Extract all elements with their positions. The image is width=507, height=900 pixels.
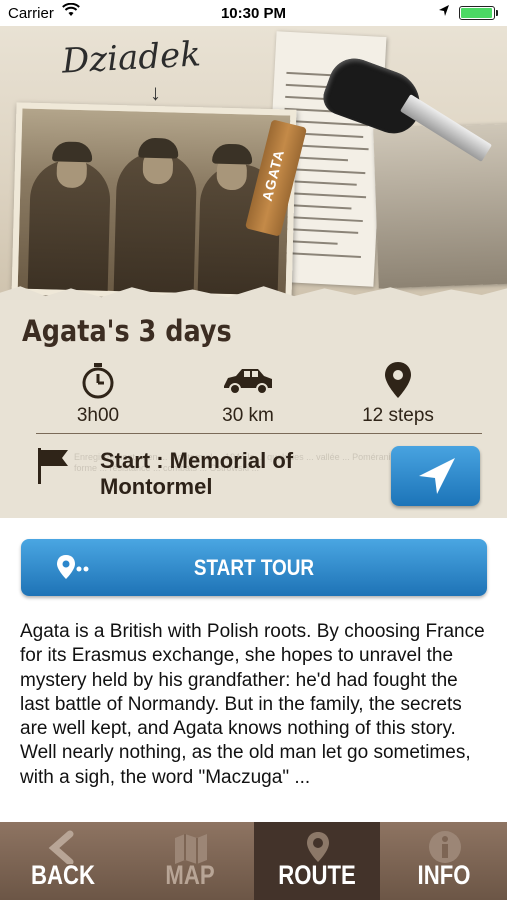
back-arrow-icon: [44, 830, 84, 866]
tab-back-label: BACK: [31, 860, 95, 890]
divider: [36, 433, 482, 434]
route-pin-icon: [298, 830, 338, 864]
key-tag-label: AGATA: [258, 147, 288, 203]
hero-arrow-icon: ↓: [150, 80, 161, 105]
location-pin-icon: [328, 360, 468, 400]
hero-collage: Dziadek ↓ AGATA: [0, 26, 507, 300]
hero-handwritten-title: Dziadek: [61, 34, 202, 82]
status-bar: Carrier 10:30 PM: [0, 0, 507, 26]
flag-icon: [36, 446, 70, 486]
navigate-button[interactable]: [391, 446, 480, 506]
tab-route-label: ROUTE: [278, 860, 356, 890]
start-tour-button[interactable]: START TOUR: [21, 539, 487, 596]
duration-value: 3h00: [76, 405, 120, 426]
navigation-arrow-icon: [419, 458, 455, 494]
tour-description: Agata is a British with Polish roots. By…: [20, 621, 485, 788]
start-line-1: Start : Memorial of: [100, 448, 294, 473]
steps-value: 12 steps: [362, 405, 434, 426]
distance-value: 30 km: [222, 405, 274, 426]
info-icon: [425, 830, 465, 864]
distance-stat: 30 km: [178, 360, 318, 427]
bottom-tab-bar: BACK MAP ROUTE INFO: [0, 822, 507, 900]
battery-tip: [496, 10, 498, 16]
tab-map[interactable]: MAP: [127, 822, 253, 900]
map-icon: [171, 830, 211, 864]
start-location-label: Start : Memorial of Montormel: [100, 448, 380, 500]
location-arrow-icon: [438, 4, 450, 22]
tab-info-label: INFO: [417, 860, 471, 890]
stopwatch-icon: [28, 360, 168, 400]
battery-icon: [459, 6, 495, 20]
duration-stat: 3h00: [28, 360, 168, 427]
steps-stat: 12 steps: [328, 360, 468, 427]
start-line-2: Montormel: [100, 474, 213, 499]
tour-title: Agata's 3 days: [22, 314, 232, 348]
tour-info-panel: Agata's 3 days 3h00 30 km 12 steps Enreg…: [0, 300, 507, 518]
start-tour-label: START TOUR: [193, 555, 315, 580]
car-icon: [178, 360, 318, 400]
tab-route[interactable]: ROUTE: [254, 822, 380, 900]
tab-back[interactable]: BACK: [0, 822, 126, 900]
clock-time: 10:30 PM: [220, 5, 287, 22]
tab-info[interactable]: INFO: [381, 822, 507, 900]
tab-map-label: MAP: [165, 860, 215, 890]
